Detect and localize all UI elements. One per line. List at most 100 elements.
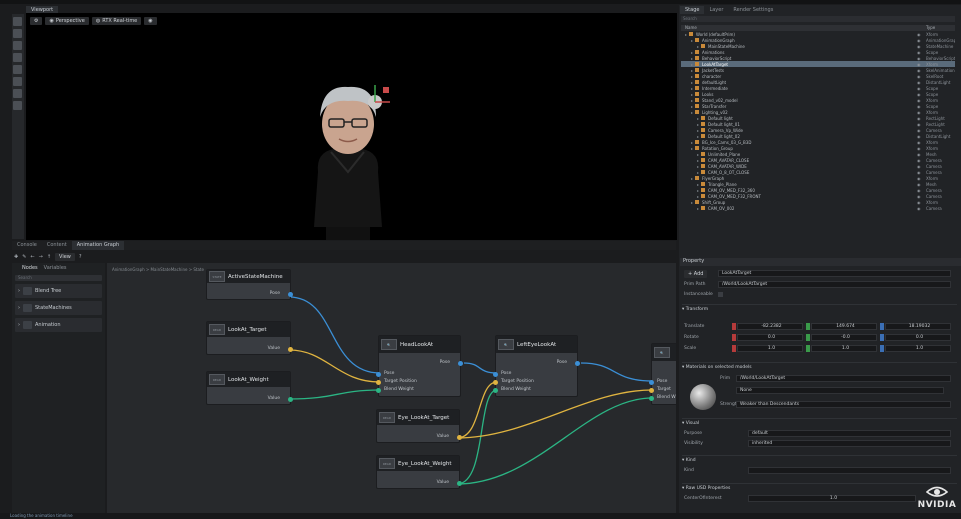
- input-pin-pose[interactable]: [493, 372, 498, 377]
- prim-name-field[interactable]: LookAtTarget: [718, 270, 951, 277]
- add-button[interactable]: + Add: [684, 270, 708, 278]
- library-item-blend-tree[interactable]: › Blend Tree: [15, 284, 102, 298]
- animation-graph-canvas[interactable]: AnimationGraph > MainStateMachine > Stat…: [107, 263, 676, 513]
- nodes-search-input[interactable]: Search: [15, 275, 102, 281]
- renderer-button[interactable]: ◍ RTX Real-time: [91, 16, 142, 25]
- move-tool-icon[interactable]: [13, 29, 22, 38]
- expand-icon[interactable]: ▸: [697, 44, 699, 49]
- output-pin-value[interactable]: [457, 481, 462, 486]
- lookat-target-gizmo[interactable]: [362, 82, 392, 112]
- input-pin-target-position[interactable]: [376, 380, 381, 385]
- expand-icon[interactable]: ▸: [691, 140, 693, 145]
- visibility-eye-icon[interactable]: ◉: [917, 164, 921, 169]
- visibility-eye-icon[interactable]: ◉: [917, 74, 921, 79]
- input-pin-blend-weight[interactable]: [649, 396, 654, 401]
- expand-icon[interactable]: ▸: [697, 206, 699, 211]
- library-item-state-machines[interactable]: › StateMachines: [15, 301, 102, 315]
- expand-icon[interactable]: ▸: [697, 188, 699, 193]
- expand-icon[interactable]: ▸: [697, 152, 699, 157]
- visibility-eye-icon[interactable]: ◉: [917, 194, 921, 199]
- tab-variables[interactable]: Variables: [44, 265, 67, 271]
- eye-icon[interactable]: ◉: [144, 16, 157, 25]
- node-lookat-weight[interactable]: READ LookAt_Weight Value: [206, 371, 293, 405]
- expand-icon[interactable]: ▸: [691, 68, 693, 73]
- visibility-eye-icon[interactable]: ◉: [917, 116, 921, 121]
- visibility-eye-icon[interactable]: ◉: [917, 38, 921, 43]
- material-prim-field[interactable]: /World/LookAtTarget: [736, 375, 951, 382]
- node-right-eye-lookat[interactable]: 🔍 Pose Target Blend W: [649, 343, 676, 405]
- raw-usd-section-header[interactable]: ▾ Raw USD Properties: [682, 483, 957, 491]
- visibility-eye-icon[interactable]: ◉: [917, 86, 921, 91]
- visibility-eye-icon[interactable]: ◉: [917, 146, 921, 151]
- visibility-eye-icon[interactable]: ◉: [917, 158, 921, 163]
- node-head-lookat[interactable]: 🔍 HeadLookAt Pose Pose Target Position Bl…: [376, 335, 463, 397]
- settings-icon[interactable]: ⚙: [30, 16, 43, 25]
- translate-z-field[interactable]: 18.19032: [885, 323, 951, 330]
- translate-y-field[interactable]: 149.674: [811, 323, 877, 330]
- translate-x-field[interactable]: -82.2382: [737, 323, 803, 330]
- output-pin-value[interactable]: [288, 397, 293, 402]
- visibility-eye-icon[interactable]: ◉: [917, 80, 921, 85]
- stop-icon[interactable]: [13, 101, 22, 110]
- visibility-eye-icon[interactable]: ◉: [917, 92, 921, 97]
- kind-section-header[interactable]: ▾ Kind: [682, 455, 957, 463]
- visibility-eye-icon[interactable]: ◉: [917, 110, 921, 115]
- snap-tool-icon[interactable]: [13, 65, 22, 74]
- expand-icon[interactable]: ▸: [697, 170, 699, 175]
- expand-icon[interactable]: ▸: [697, 134, 699, 139]
- tab-content[interactable]: Content: [42, 241, 72, 250]
- expand-icon[interactable]: ▸: [691, 200, 693, 205]
- visibility-eye-icon[interactable]: ◉: [917, 176, 921, 181]
- visibility-eye-icon[interactable]: ◉: [917, 56, 921, 61]
- select-tool-icon[interactable]: [13, 17, 22, 26]
- forward-icon[interactable]: →: [39, 254, 43, 260]
- scale-y-field[interactable]: 1.0: [811, 345, 877, 352]
- expand-icon[interactable]: ▸: [691, 176, 693, 181]
- up-icon[interactable]: ↑: [47, 254, 51, 260]
- visibility-eye-icon[interactable]: ◉: [917, 98, 921, 103]
- node-eye-lookat-weight[interactable]: READ Eye_LookAt_Weight Value: [376, 455, 462, 489]
- back-icon[interactable]: ←: [30, 254, 34, 260]
- expand-icon[interactable]: ▸: [691, 92, 693, 97]
- expand-icon[interactable]: ▸: [697, 164, 699, 169]
- add-icon[interactable]: ✚: [14, 254, 18, 260]
- node-active-state-machine[interactable]: STATE ActiveStateMachine Pose: [206, 269, 293, 300]
- materials-section-header[interactable]: ▾ Materials on selected models: [682, 362, 957, 370]
- visibility-eye-icon[interactable]: ◉: [917, 62, 921, 67]
- magnet-tool-icon[interactable]: [13, 77, 22, 86]
- visibility-eye-icon[interactable]: ◉: [917, 68, 921, 73]
- camera-button[interactable]: ◉ Perspective: [45, 16, 89, 25]
- expand-icon[interactable]: ▸: [697, 128, 699, 133]
- tab-console[interactable]: Console: [12, 241, 42, 250]
- visibility-eye-icon[interactable]: ◉: [917, 188, 921, 193]
- expand-icon[interactable]: ▸: [697, 194, 699, 199]
- expand-icon[interactable]: ▸: [697, 158, 699, 163]
- visibility-eye-icon[interactable]: ◉: [917, 32, 921, 37]
- rotate-z-field[interactable]: 0.0: [885, 334, 951, 341]
- output-pin-pose[interactable]: [458, 361, 463, 366]
- rotate-x-field[interactable]: 0.0: [737, 334, 803, 341]
- expand-icon[interactable]: ▸: [691, 110, 693, 115]
- expand-icon[interactable]: ▸: [691, 38, 693, 43]
- tab-animation-graph[interactable]: Animation Graph: [71, 241, 125, 250]
- tab-property[interactable]: Property: [680, 258, 961, 266]
- input-pin-blend-weight[interactable]: [493, 388, 498, 393]
- node-lookat-target[interactable]: READ LookAt_Target Value: [206, 321, 293, 355]
- node-eye-lookat-target[interactable]: READ Eye_LookAt_Target Value: [376, 409, 462, 443]
- purpose-dropdown[interactable]: default: [748, 430, 951, 437]
- stage-tree-row[interactable]: ▸ CAM_OV_002 ◉ Camera: [681, 205, 955, 211]
- visibility-eye-icon[interactable]: ◉: [917, 182, 921, 187]
- node-lefteye-lookat[interactable]: 🔍 LeftEyeLookAt Pose Pose Target Position…: [493, 335, 580, 397]
- expand-icon[interactable]: ▸: [697, 116, 699, 121]
- visibility-eye-icon[interactable]: ◉: [917, 50, 921, 55]
- material-select[interactable]: None: [736, 387, 944, 394]
- instanceable-checkbox[interactable]: [718, 292, 723, 297]
- expand-icon[interactable]: ▸: [691, 74, 693, 79]
- input-pin-pose[interactable]: [649, 380, 654, 385]
- output-pin-value[interactable]: [457, 435, 462, 440]
- tab-layer[interactable]: Layer: [704, 6, 728, 14]
- transform-section-header[interactable]: ▾ Transform: [682, 304, 957, 312]
- help-icon[interactable]: ?: [79, 254, 82, 260]
- prim-path-field[interactable]: /World/LookAtTarget: [718, 281, 951, 288]
- library-item-animation[interactable]: › Animation: [15, 318, 102, 332]
